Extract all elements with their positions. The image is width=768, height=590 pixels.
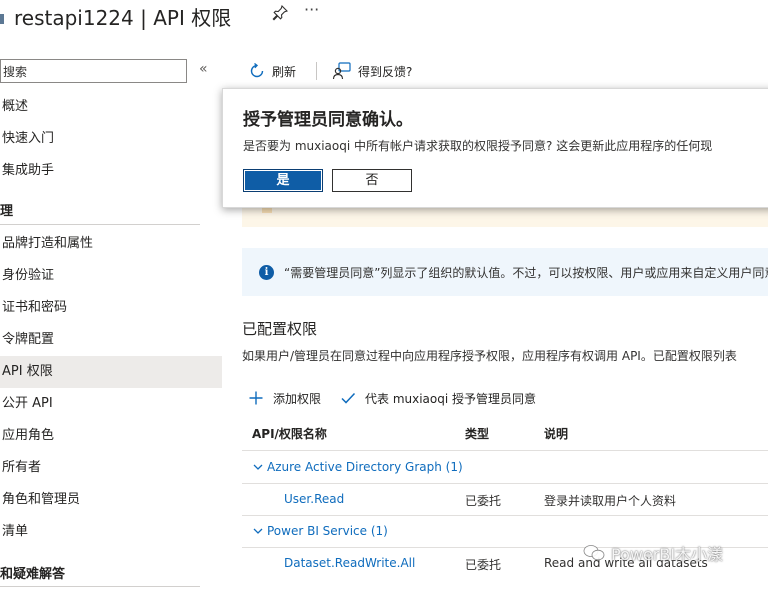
api-group-name: Azure Active Directory Graph (1) (267, 460, 463, 474)
info-banner: i “需要管理员同意”列显示了组织的默认值。不过，可以按权限、用户或应用来自定义… (242, 248, 768, 296)
sidebar-divider (0, 224, 200, 225)
sidebar: 搜索 « 概述 快速入门 集成助手 理 品牌打造和属性 身份验证 证书和密码 令… (0, 56, 222, 590)
permission-type: 已委托 (465, 558, 502, 572)
info-icon: i (259, 265, 274, 280)
api-group-power-bi-service[interactable]: Power BI Service (1) (252, 524, 388, 538)
watermark-text: PowerBI木小漾 (611, 545, 724, 564)
page-header: restapi1224 | API 权限 ··· (0, 0, 768, 34)
chevron-down-icon (253, 464, 263, 470)
checkmark-icon (341, 392, 356, 404)
dialog-message: 是否要为 muxiaoqi 中所有帐户请求获取的权限授予同意? 这会更新此应用程… (243, 139, 713, 153)
api-group-azure-ad-graph[interactable]: Azure Active Directory Graph (1) (252, 460, 463, 474)
add-permission-label: 添加权限 (273, 391, 322, 406)
sidebar-item-certificates-secrets[interactable]: 证书和密码 (0, 292, 222, 324)
sidebar-item-roles-admins[interactable]: 角色和管理员 (0, 484, 222, 516)
pin-icon[interactable] (272, 5, 288, 21)
feedback-label: 得到反馈? (358, 64, 413, 79)
permission-link-dataset-readwrite-all[interactable]: Dataset.ReadWrite.All (284, 556, 415, 570)
sidebar-item-integration-assistant[interactable]: 集成助手 (0, 155, 222, 187)
permission-description: 登录并读取用户个人资料 (544, 494, 677, 508)
sidebar-item-manifest[interactable]: 清单 (0, 516, 222, 548)
dialog-title: 授予管理员同意确认。 (243, 110, 413, 130)
collapse-sidebar-icon[interactable]: « (199, 61, 208, 77)
sidebar-item-branding[interactable]: 品牌打造和属性 (0, 228, 222, 260)
sidebar-divider (0, 586, 200, 587)
sidebar-section-support: 和疑难解答 (0, 567, 66, 582)
search-input[interactable]: 搜索 (0, 59, 187, 83)
toolbar-separator (316, 62, 317, 80)
resource-accent-icon (0, 14, 4, 24)
feedback-person-icon (332, 62, 351, 80)
table-row-divider (242, 483, 768, 484)
feedback-button[interactable]: 得到反馈? (332, 61, 412, 81)
sidebar-item-api-permissions[interactable]: API 权限 (0, 356, 222, 388)
sidebar-item-overview[interactable]: 概述 (0, 91, 222, 123)
add-permission-button[interactable]: 添加权限 (248, 389, 321, 407)
chevron-down-icon (253, 528, 263, 534)
column-header-type[interactable]: 类型 (465, 425, 489, 442)
permission-type: 已委托 (465, 494, 502, 508)
configured-permissions-title: 已配置权限 (242, 320, 318, 338)
page-title: restapi1224 | API 权限 (14, 6, 232, 30)
plus-icon (249, 391, 263, 405)
sidebar-item-token-configuration[interactable]: 令牌配置 (0, 324, 222, 356)
info-text: “需要管理员同意”列显示了组织的默认值。不过，可以按权限、用户或应用来自定义用户… (284, 266, 768, 280)
permission-link-user-read[interactable]: User.Read (284, 492, 344, 506)
command-bar: 刷新 得到反馈? (222, 56, 768, 86)
watermark: PowerBI木小漾 (583, 541, 723, 565)
refresh-icon (250, 62, 264, 78)
api-group-name: Power BI Service (1) (267, 524, 388, 538)
sidebar-item-expose-api[interactable]: 公开 API (0, 388, 222, 420)
sidebar-item-authentication[interactable]: 身份验证 (0, 260, 222, 292)
grant-admin-consent-button[interactable]: 代表 muxiaoqi 授予管理员同意 (340, 389, 536, 407)
search-placeholder: 搜索 (3, 65, 28, 79)
column-header-api-name[interactable]: API/权限名称 (252, 425, 327, 442)
sidebar-item-quickstart[interactable]: 快速入门 (0, 123, 222, 155)
refresh-label: 刷新 (272, 64, 297, 79)
grant-consent-dialog: 授予管理员同意确认。 是否要为 muxiaoqi 中所有帐户请求获取的权限授予同… (222, 88, 768, 208)
yes-button[interactable]: 是 (243, 169, 323, 192)
table-row-divider (242, 450, 768, 451)
sidebar-item-app-roles[interactable]: 应用角色 (0, 420, 222, 452)
more-options-icon[interactable]: ··· (304, 0, 319, 19)
configured-permissions-description: 如果用户/管理员在同意过程中向应用程序授予权限，应用程序有权调用 API。已配置… (242, 349, 737, 363)
table-row-divider (242, 515, 768, 516)
refresh-button[interactable]: 刷新 (248, 61, 296, 81)
sidebar-item-owners[interactable]: 所有者 (0, 452, 222, 484)
no-button[interactable]: 否 (332, 169, 412, 192)
wechat-icon (583, 545, 605, 561)
sidebar-section-manage: 理 (0, 204, 14, 219)
grant-admin-consent-label: 代表 muxiaoqi 授予管理员同意 (365, 391, 537, 406)
warning-banner (242, 205, 768, 227)
column-header-description[interactable]: 说明 (544, 425, 568, 442)
